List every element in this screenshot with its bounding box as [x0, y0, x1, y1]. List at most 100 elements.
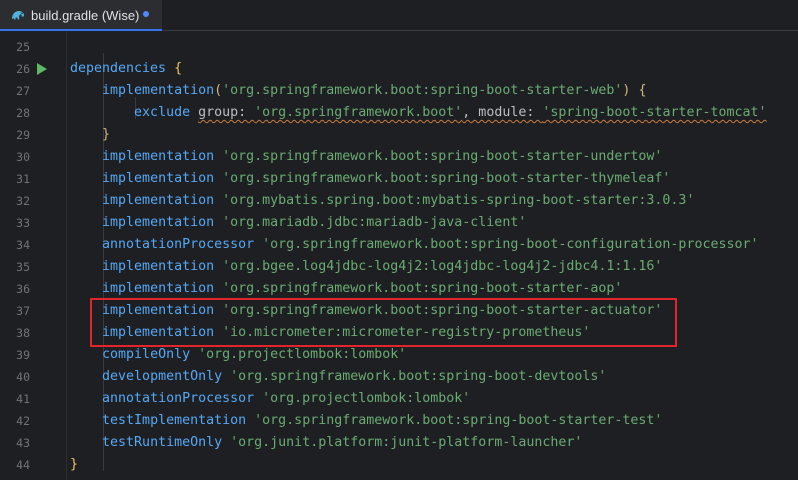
punctuation-token: , module:: [462, 105, 543, 120]
code-line: annotationProcessor 'org.projectlombok:l…: [70, 388, 470, 410]
code-line: implementation('org.springframework.boot…: [70, 80, 646, 102]
code-line: implementation 'org.bgee.log4jdbc-log4j2…: [70, 256, 662, 278]
tab-label: build.gradle (Wise): [31, 8, 140, 23]
punctuation-token: group:: [198, 105, 255, 120]
punctuation-token: [214, 171, 222, 186]
punctuation-token: [214, 149, 222, 164]
string-token: 'org.springframework.boot:spring-boot-st…: [222, 149, 663, 164]
line-number: 26: [16, 62, 30, 76]
identifier-token: implementation: [102, 193, 215, 208]
line-number: 33: [16, 216, 30, 230]
gutter-separator: [66, 31, 67, 480]
line-number: 27: [16, 84, 30, 98]
punctuation-token: [70, 105, 134, 120]
string-token: 'org.bgee.log4jdbc-log4j2:log4jdbc-log4j…: [222, 259, 663, 274]
identifier-token: implementation: [102, 83, 215, 98]
punctuation-token: [70, 193, 102, 208]
code-line: compileOnly 'org.projectlombok:lombok': [70, 344, 406, 366]
code-line: }: [70, 124, 110, 146]
string-token: 'org.springframework.boot:spring-boot-st…: [222, 171, 671, 186]
identifier-token: implementation: [102, 259, 215, 274]
punctuation-token: }: [70, 457, 79, 472]
code-line: implementation 'org.mybatis.spring.boot:…: [70, 190, 694, 212]
punctuation-token: [190, 347, 198, 362]
punctuation-token: [246, 413, 254, 428]
line-number: 31: [16, 172, 30, 186]
code-line: testImplementation 'org.springframework.…: [70, 410, 662, 432]
code-line: implementation 'org.mariadb.jdbc:mariadb…: [70, 212, 526, 234]
line-number: 32: [16, 194, 30, 208]
code-line: dependencies {: [70, 58, 182, 80]
punctuation-token: [190, 105, 198, 120]
string-token: 'org.springframework.boot:spring-boot-de…: [230, 369, 607, 384]
string-token: 'org.springframework.boot:spring-boot-st…: [254, 413, 663, 428]
string-token: 'org.springframework.boot': [254, 105, 463, 120]
line-number: 42: [16, 414, 30, 428]
string-token: 'org.springframework.boot:spring-boot-st…: [222, 281, 623, 296]
identifier-token: implementation: [102, 149, 215, 164]
punctuation-token: [254, 391, 262, 406]
punctuation-token: [70, 237, 102, 252]
punctuation-token: [166, 61, 174, 76]
punctuation-token: [214, 193, 222, 208]
highlight-box: [90, 298, 677, 347]
line-number: 36: [16, 282, 30, 296]
code-line: implementation 'org.springframework.boot…: [70, 146, 662, 168]
tab-build-gradle[interactable]: build.gradle (Wise): [0, 0, 162, 31]
punctuation-token: [70, 149, 102, 164]
line-number: 37: [16, 304, 30, 318]
code-line: developmentOnly 'org.springframework.boo…: [70, 366, 606, 388]
line-number: 41: [16, 392, 30, 406]
string-token: 'spring-boot-starter-tomcat': [542, 105, 767, 120]
identifier-token: implementation: [102, 215, 215, 230]
line-number: 29: [16, 128, 30, 142]
punctuation-token: [70, 83, 102, 98]
punctuation-token: [222, 435, 230, 450]
punctuation-token: [254, 237, 262, 252]
identifier-token: annotationProcessor: [102, 391, 255, 406]
code-line: testRuntimeOnly 'org.junit.platform:juni…: [70, 432, 582, 454]
punctuation-token: [70, 127, 102, 142]
run-gutter-icon[interactable]: [36, 62, 48, 76]
code-line: annotationProcessor 'org.springframework…: [70, 234, 759, 256]
string-token: 'org.springframework.boot:spring-boot-st…: [222, 83, 623, 98]
identifier-token: exclude: [134, 105, 191, 120]
string-token: 'org.mybatis.spring.boot:mybatis-spring-…: [222, 193, 695, 208]
string-token: 'org.projectlombok:lombok': [262, 391, 471, 406]
punctuation-token: [70, 369, 102, 384]
punctuation-token: [70, 347, 102, 362]
line-number: 44: [16, 458, 30, 472]
gradle-elephant-icon: [12, 11, 24, 20]
string-token: 'org.mariadb.jdbc:mariadb-java-client': [222, 215, 527, 230]
identifier-token: implementation: [102, 281, 215, 296]
punctuation-token: [70, 215, 102, 230]
editor-tab-bar: build.gradle (Wise): [0, 0, 798, 31]
identifier-token: compileOnly: [102, 347, 191, 362]
punctuation-token: [70, 281, 102, 296]
code-line: implementation 'org.springframework.boot…: [70, 278, 622, 300]
string-token: 'org.springframework.boot:spring-boot-co…: [262, 237, 759, 252]
line-number: 39: [16, 348, 30, 362]
punctuation-token: [70, 171, 102, 186]
punctuation-token: [222, 369, 230, 384]
line-number: 35: [16, 260, 30, 274]
string-token: 'org.junit.platform:junit-platform-launc…: [230, 435, 583, 450]
line-number: 38: [16, 326, 30, 340]
code-editor[interactable]: 25 26 27 28 29 30 31 32 33 34 35 36 37 38 39 40 41 42 43 44…: [0, 31, 798, 480]
punctuation-token: [70, 391, 102, 406]
punctuation-token: [70, 413, 102, 428]
punctuation-token: [214, 215, 222, 230]
modified-indicator-dot: [143, 11, 149, 17]
identifier-token: testRuntimeOnly: [102, 435, 223, 450]
line-number: 30: [16, 150, 30, 164]
code-line: exclude group: 'org.springframework.boot…: [70, 102, 767, 124]
punctuation-token: [214, 281, 222, 296]
line-number: 43: [16, 436, 30, 450]
line-number: 40: [16, 370, 30, 384]
line-number-gutter: 25 26 27 28 29 30 31 32 33 34 35 36 37 38 39 40 41 42 43 44: [0, 31, 60, 480]
identifier-token: testImplementation: [102, 413, 247, 428]
punctuation-token: [70, 435, 102, 450]
punctuation-token: }: [102, 127, 111, 142]
punctuation-token: [70, 259, 102, 274]
punctuation-token: {: [174, 61, 183, 76]
